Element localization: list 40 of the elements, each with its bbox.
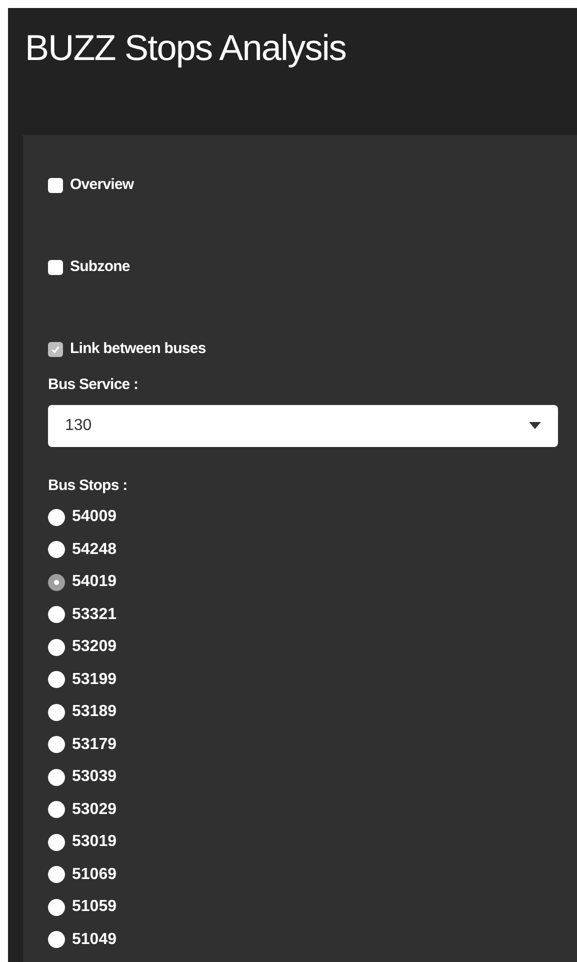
radio-label: 53321 [72,604,116,625]
radio-label: 51059 [72,897,116,918]
radio-button[interactable] [48,704,65,721]
radio-label: 54009 [72,507,116,528]
page-title: BUZZ Stops Analysis [24,26,348,70]
radio-button[interactable] [48,638,65,656]
radio-button[interactable] [48,541,65,558]
radio-button[interactable] [48,606,65,624]
radio-button[interactable] [48,671,65,688]
check-icon [51,344,60,354]
checkbox-label: Overview [70,174,134,195]
radio-label: 53199 [72,670,116,690]
radio-label: 51049 [72,930,116,950]
radio-button[interactable] [48,574,65,591]
bus-service-select[interactable]: 130 [48,404,558,446]
checkbox-label: Subzone [70,256,130,277]
radio-label: 53209 [72,637,116,658]
checkbox[interactable] [48,342,63,356]
radio-button[interactable] [48,768,65,786]
radio-button[interactable] [48,834,65,851]
radio-button[interactable] [48,736,65,754]
caret-icon [529,422,541,429]
field-label: Bus Service : [48,375,140,395]
checkbox[interactable] [48,178,63,192]
radio-button[interactable] [48,898,65,916]
radio-label: 54248 [72,540,116,560]
checkbox[interactable] [48,260,63,274]
field-label: Bus Stops : [48,476,128,496]
radio-button[interactable] [48,508,65,526]
checkbox-label: Link between buses [70,338,206,359]
radio-label: 54019 [72,572,116,592]
radio-label: 53039 [72,767,116,788]
radio-label: 53189 [72,702,116,722]
radio-label: 51069 [72,864,116,885]
radio-button[interactable] [48,931,65,948]
radio-label: 53179 [72,734,116,755]
radio-button[interactable] [48,866,65,884]
radio-button[interactable] [48,801,65,818]
radio-label: 53029 [72,800,116,820]
radio-label: 53019 [72,832,116,852]
